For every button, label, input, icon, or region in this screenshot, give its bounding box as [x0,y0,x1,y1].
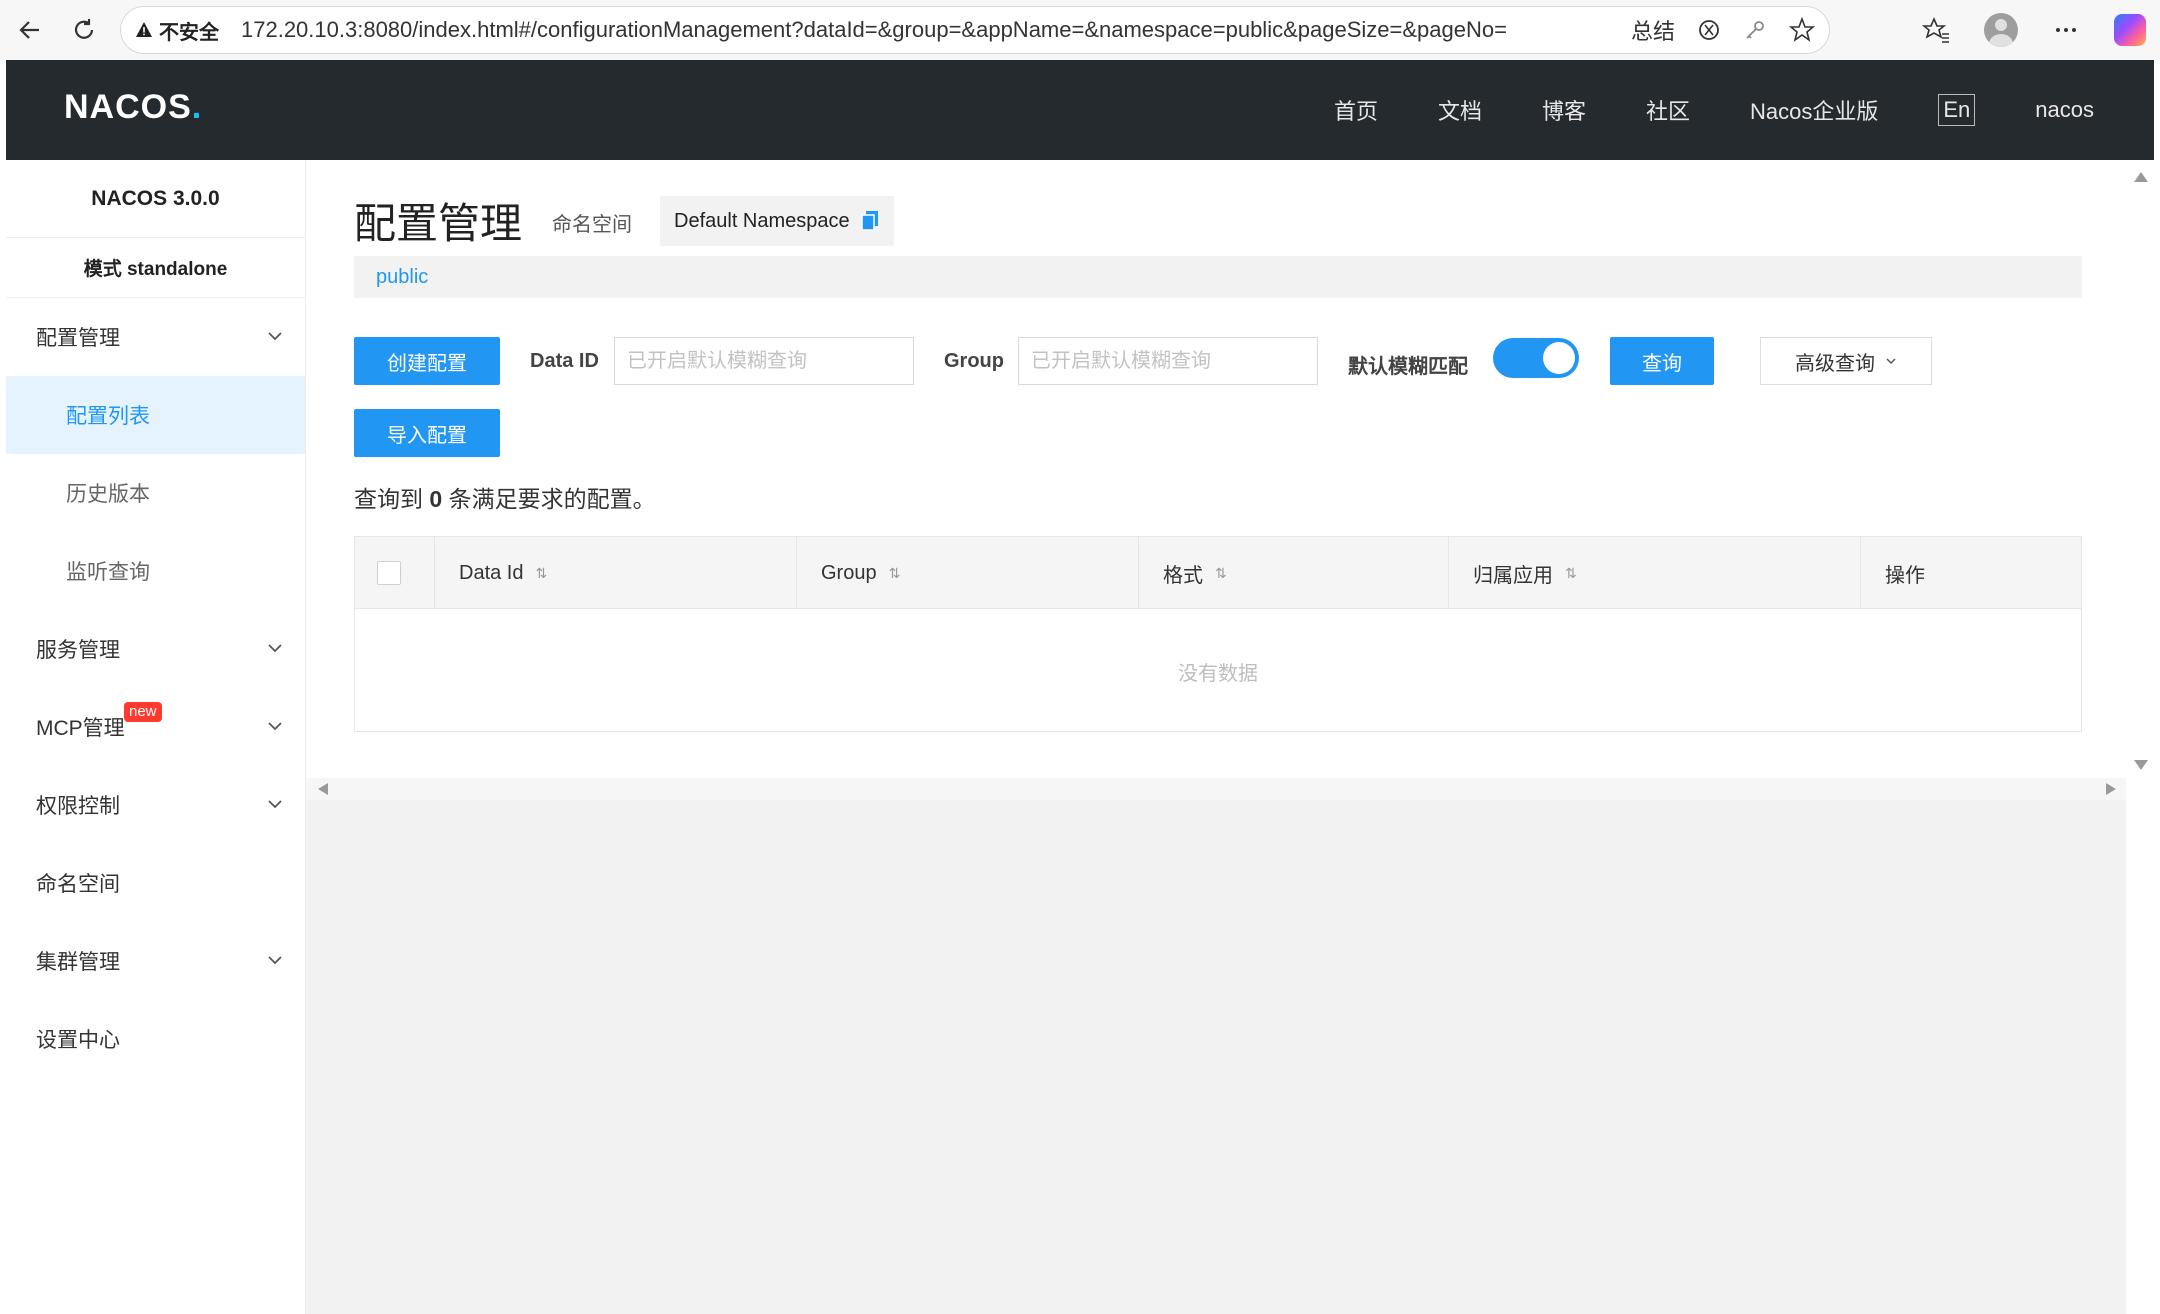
select-all-checkbox[interactable] [377,561,401,585]
back-icon[interactable] [12,12,48,48]
browser-toolbar: 不安全 172.20.10.3:8080/index.html#/configu… [0,0,2160,60]
sidebar-item-config-list[interactable]: 配置列表 [6,376,305,454]
sort-icon[interactable]: ⇅ [1565,565,1577,582]
column-format[interactable]: 格式 ⇅ [1139,537,1449,609]
scroll-right-arrow[interactable] [2106,783,2116,795]
nav-home[interactable]: 首页 [1334,94,1378,126]
advanced-search-label: 高级查询 [1795,352,1875,375]
security-label: 不安全 [159,21,219,44]
column-group[interactable]: Group ⇅ [797,537,1139,609]
namespace-chip: Default Namespace [660,196,894,246]
sidebar-item-service-management[interactable]: 服务管理 [6,610,305,688]
sort-icon[interactable]: ⇅ [1215,565,1227,582]
favorite-star-icon[interactable] [1789,17,1815,43]
sidebar-item-label: 集群管理 [36,951,120,974]
empty-state: 没有数据 [1178,662,1258,685]
user-menu[interactable]: nacos [2035,97,2094,123]
sidebar: NACOS 3.0.0 模式 standalone 配置管理 配置列表 历史版本… [6,160,306,1314]
sidebar-item-settings-center[interactable]: 设置中心 [6,1000,305,1078]
language-switch[interactable]: En [1938,94,1976,126]
result-summary: 查询到 0 条满足要求的配置。 [354,486,656,512]
create-config-button[interactable]: 创建配置 [354,337,500,385]
fuzzy-match-label: 默认模糊匹配 [1348,356,1468,378]
chevron-down-icon [268,722,282,731]
select-all-cell [355,537,435,609]
import-config-button[interactable]: 导入配置 [354,409,500,457]
security-warning[interactable]: 不安全 [135,16,219,45]
advanced-search-button[interactable]: 高级查询 [1760,337,1932,385]
new-badge: new [124,702,162,722]
scroll-left-arrow[interactable] [318,783,328,795]
nav-blog[interactable]: 博客 [1542,94,1586,126]
chevron-down-icon [268,956,282,965]
address-bar[interactable]: 不安全 172.20.10.3:8080/index.html#/configu… [120,6,1830,54]
nacos-logo[interactable]: NACOS. [64,88,202,127]
search-button[interactable]: 查询 [1610,337,1714,385]
scroll-up-arrow[interactable] [2134,172,2148,182]
namespace-tab-label: public [376,265,429,288]
column-data-id[interactable]: Data Id ⇅ [435,537,797,609]
data-id-label: Data ID [530,350,599,372]
sidebar-item-listener-query[interactable]: 监听查询 [6,532,305,610]
sidebar-item-label: 配置管理 [36,327,120,350]
reload-icon[interactable] [66,12,102,48]
nav-enterprise[interactable]: Nacos企业版 [1750,94,1878,126]
sidebar-item-cluster-management[interactable]: 集群管理 [6,922,305,1000]
namespace-value: Default Namespace [674,209,850,232]
main-content: 配置管理 命名空间 Default Namespace public 创建配置 … [306,160,2148,800]
nav-community[interactable]: 社区 [1646,94,1690,126]
more-icon[interactable] [2052,16,2080,44]
version-label: NACOS 3.0.0 [6,160,305,238]
favorites-icon[interactable] [1922,16,1950,44]
translate-icon[interactable] [1697,18,1721,42]
sidebar-item-label: 权限控制 [36,795,120,818]
group-label: Group [944,350,1004,372]
main-area: 配置管理 命名空间 Default Namespace public 创建配置 … [306,160,2148,1314]
fuzzy-match-toggle[interactable] [1493,338,1579,378]
sort-icon[interactable]: ⇅ [535,565,547,582]
page-title: 配置管理 [354,200,523,247]
sidebar-item-label: MCP管理 [36,717,125,740]
key-icon[interactable] [1743,18,1767,42]
url-text[interactable]: 172.20.10.3:8080/index.html#/configurati… [241,17,1507,43]
sidebar-item-history[interactable]: 历史版本 [6,454,305,532]
sort-icon[interactable]: ⇅ [889,565,901,582]
summarize-label[interactable]: 总结 [1631,14,1675,46]
sidebar-item-access-control[interactable]: 权限控制 [6,766,305,844]
sidebar-item-mcp-management[interactable]: MCP管理 new [6,688,305,766]
scroll-down-arrow[interactable] [2134,760,2148,770]
chevron-down-icon [268,800,282,809]
namespace-label: 命名空间 [552,214,632,236]
copy-icon[interactable] [860,210,880,232]
group-input[interactable] [1018,337,1318,385]
warning-icon [136,22,152,37]
data-id-input[interactable] [614,337,914,385]
chevron-down-icon [1886,358,1896,365]
sidebar-item-config-management[interactable]: 配置管理 [6,298,305,376]
chevron-down-icon [268,332,282,341]
app-header: NACOS. 首页 文档 博客 社区 Nacos企业版 En nacos [6,60,2154,160]
horizontal-scrollbar[interactable] [306,778,2126,800]
mode-label: 模式 standalone [6,238,305,298]
nav-docs[interactable]: 文档 [1438,94,1482,126]
chevron-down-icon [268,644,282,653]
config-table: Data Id ⇅ Group ⇅ 格式 ⇅ 归属应用 ⇅ 操作 没有数据 [354,536,2082,732]
namespace-tab-public[interactable]: public [354,256,2082,298]
column-application[interactable]: 归属应用 ⇅ [1449,537,1861,609]
sidebar-item-label: 命名空间 [36,873,120,896]
sidebar-item-namespace[interactable]: 命名空间 [6,844,305,922]
top-nav: 首页 文档 博客 社区 Nacos企业版 En nacos [1274,60,2094,160]
profile-avatar[interactable] [1984,13,2018,47]
copilot-icon[interactable] [2114,14,2146,46]
sidebar-item-label: 设置中心 [36,1029,120,1052]
result-count: 0 [429,486,443,512]
sidebar-item-label: 服务管理 [36,639,120,662]
table-header: Data Id ⇅ Group ⇅ 格式 ⇅ 归属应用 ⇅ 操作 [355,537,2081,609]
column-actions: 操作 [1885,564,1925,587]
